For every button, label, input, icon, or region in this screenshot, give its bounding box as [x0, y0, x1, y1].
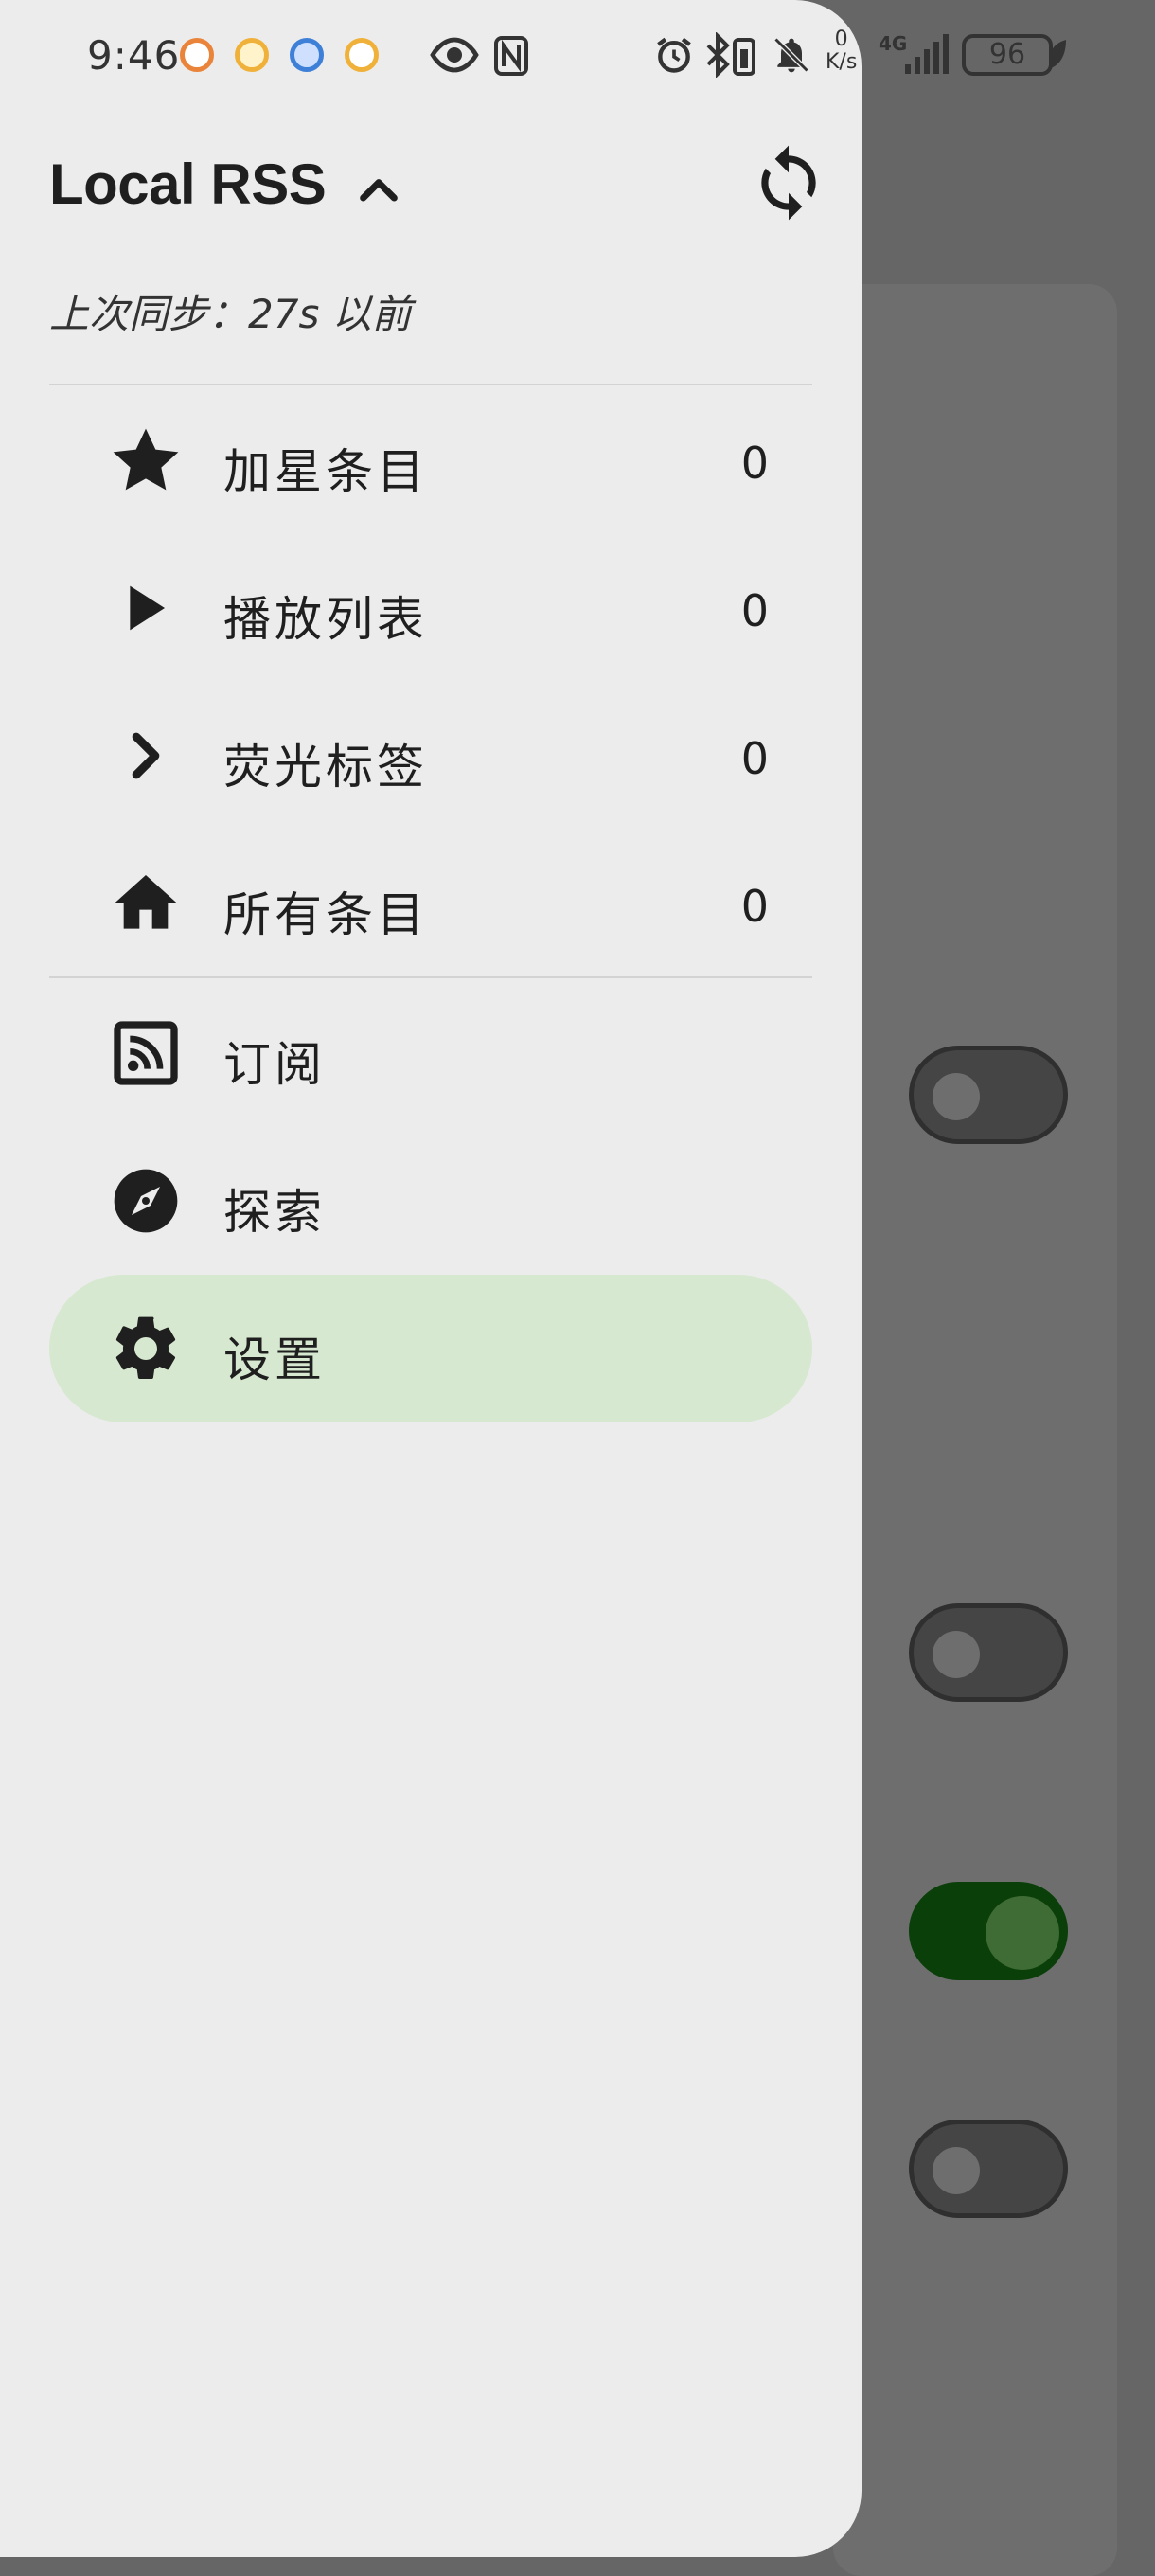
nav-item-explore[interactable]: 探索: [49, 1127, 812, 1275]
status-time: 9:46: [87, 32, 181, 79]
bluetooth-battery-icon: [706, 32, 755, 78]
bell-off-icon: [773, 37, 809, 73]
nav-item-label: 订阅: [223, 1037, 326, 1092]
gear-icon: [116, 1316, 176, 1379]
nav-item-label: 播放列表: [223, 592, 428, 647]
nav-item-subscriptions[interactable]: 订阅: [49, 979, 812, 1127]
nav-item-count: 0: [740, 881, 769, 932]
chevron-right-icon: [132, 732, 160, 779]
alarm-icon: [657, 37, 691, 73]
status-bar: 9:46 0 K/s 4G 96: [0, 0, 1155, 114]
nav-item-starred[interactable]: 加星条目 0: [49, 386, 812, 534]
rss-feed-icon: [114, 1021, 178, 1085]
network-speed: 0 K/s: [826, 27, 858, 74]
notification-app-icon: [290, 38, 324, 72]
nav-item-count: 0: [740, 438, 769, 489]
leaf-icon: [1049, 40, 1066, 68]
section-divider: [49, 976, 812, 978]
eye-icon: [430, 37, 479, 73]
star-icon: [113, 428, 179, 491]
notification-app-icon: [180, 38, 214, 72]
nav-item-highlights[interactable]: 荧光标签 0: [49, 682, 812, 830]
background-toggle-4: [909, 2120, 1068, 2218]
compass-icon: [114, 1169, 178, 1233]
account-title[interactable]: Local RSS: [49, 152, 327, 217]
battery-indicator: 96: [962, 34, 1053, 76]
nav-item-all-articles[interactable]: 所有条目 0: [49, 830, 812, 977]
nav-item-count: 0: [740, 585, 769, 636]
nav-item-count: 0: [740, 733, 769, 784]
background-settings-card: [833, 284, 1117, 2576]
nav-item-label: 设置: [223, 1333, 326, 1387]
nfc-icon: [494, 36, 528, 76]
play-icon: [130, 585, 165, 631]
header-divider: [49, 384, 812, 385]
nav-item-label: 加星条目: [223, 444, 428, 499]
nav-item-label: 所有条目: [223, 887, 428, 942]
nav-item-label: 探索: [223, 1185, 326, 1240]
nav-item-playlist[interactable]: 播放列表 0: [49, 534, 812, 682]
chevron-up-icon[interactable]: [352, 165, 405, 218]
background-toggle-1: [909, 1046, 1068, 1144]
navigation-drawer: Local RSS 上次同步：27s 以前 加星条目 0 播放列表 0 荧光标签…: [0, 0, 862, 2557]
sync-icon[interactable]: [748, 142, 829, 224]
signal-icon: [905, 34, 949, 74]
background-toggle-3: [909, 1882, 1068, 1980]
last-sync-text: 上次同步：27s 以前: [49, 291, 412, 337]
home-icon: [114, 875, 178, 929]
nav-item-settings[interactable]: 设置: [49, 1275, 812, 1422]
background-toggle-2: [909, 1603, 1068, 1702]
qq-notification-icon: [235, 38, 269, 72]
nav-item-label: 荧光标签: [223, 740, 428, 795]
message-notification-icon: [345, 38, 379, 72]
